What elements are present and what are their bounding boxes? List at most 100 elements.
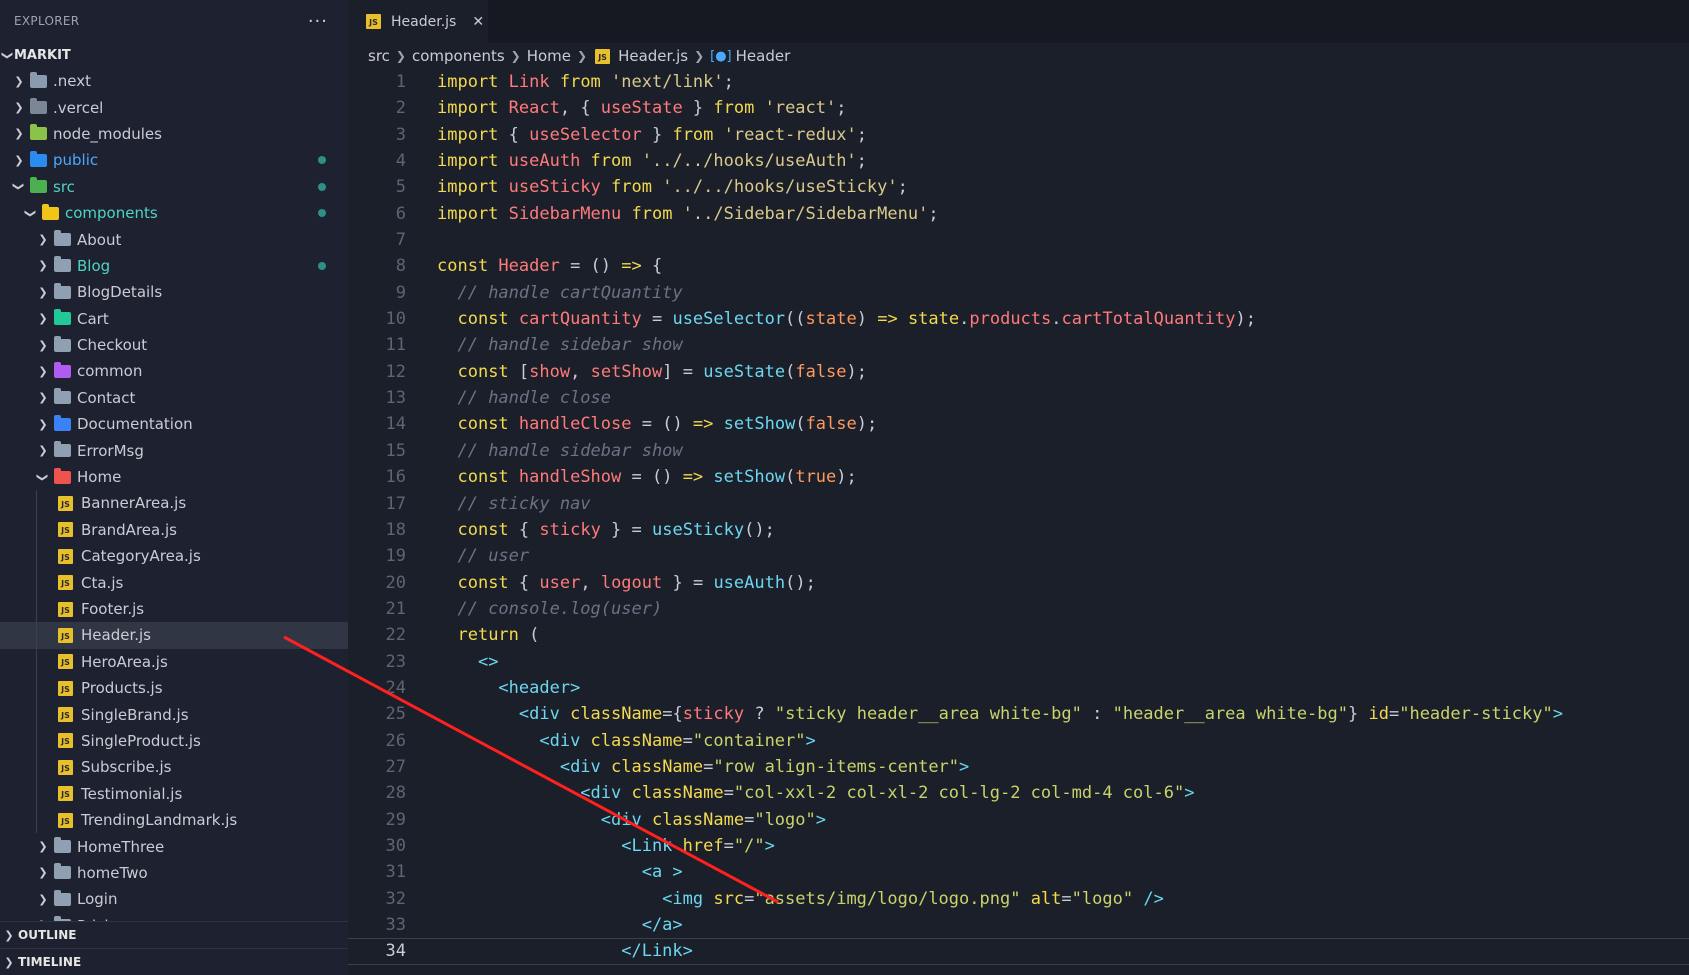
tree-item-file-subscribe[interactable]: JS Subscribe.js <box>0 754 348 781</box>
code-line[interactable]: 14 const handleClose = () => setShow(fal… <box>348 411 1689 437</box>
tree-item-dir-blog[interactable]: Blog <box>0 253 348 279</box>
code-text: const { sticky } = useSticky(); <box>437 517 775 543</box>
code-text: return ( <box>437 622 539 648</box>
tree-item-dir-home[interactable]: Home <box>0 464 348 490</box>
folder-icon <box>54 441 71 458</box>
tree-item-file-products[interactable]: JS Products.js <box>0 674 348 702</box>
tree-item-root-src[interactable]: src <box>0 174 348 200</box>
code-line[interactable]: 27 <div className="row align-items-cente… <box>348 754 1689 780</box>
code-line[interactable]: 25 <div className={sticky ? "sticky head… <box>348 701 1689 727</box>
code-line[interactable]: 22 return ( <box>348 622 1689 648</box>
tree-item-dir-about[interactable]: About <box>0 226 348 252</box>
code-token: ] = <box>662 361 704 382</box>
breadcrumb-components[interactable]: components <box>412 47 505 65</box>
code-token: import <box>437 151 509 172</box>
tree-item-file-singleproduct[interactable]: JS SingleProduct.js <box>0 727 348 755</box>
code-token: <div <box>580 783 632 804</box>
code-line[interactable]: 15 // handle sidebar show <box>348 438 1689 464</box>
code-line[interactable]: 9 // handle cartQuantity <box>348 280 1689 306</box>
tab-header-js[interactable]: JS Header.js ✕ <box>348 0 488 43</box>
outline-panel-header[interactable]: OUTLINE <box>0 921 348 948</box>
code-token: = () <box>631 414 693 435</box>
code-line[interactable]: 24 <header> <box>348 675 1689 701</box>
tree-item-dir-common[interactable]: common <box>0 358 348 384</box>
line-number: 13 <box>385 388 406 409</box>
tree-item-file-brandarea[interactable]: JS BrandArea.js <box>0 516 348 544</box>
code-line[interactable]: 23 <> <box>348 649 1689 675</box>
code-line[interactable]: 11 // handle sidebar show <box>348 332 1689 358</box>
breadcrumb-file[interactable]: Header.js <box>618 47 688 65</box>
code-line[interactable]: 4 import useAuth from '../../hooks/useAut… <box>348 148 1689 174</box>
tree-item-file-header[interactable]: JS Header.js <box>0 622 348 649</box>
tree-item-dir-cart[interactable]: Cart <box>0 306 348 332</box>
tree-item-dir-documentation[interactable]: Documentation <box>0 411 348 437</box>
tree-item-file-testimonial[interactable]: JS Testimonial.js <box>0 780 348 807</box>
tree-item-root-public[interactable]: public <box>0 147 348 173</box>
code-line[interactable]: 30 <Link href="/"> <box>348 833 1689 859</box>
code-line[interactable]: 32 <img src="assets/img/logo/logo.png" a… <box>348 886 1689 912</box>
code-line[interactable]: 34 </Link> <box>348 938 1689 964</box>
code-line[interactable]: 8 const Header = () => { <box>348 253 1689 279</box>
code-line[interactable]: 31 <a > <box>348 859 1689 885</box>
code-line[interactable]: 33 </a> <box>348 912 1689 938</box>
close-icon[interactable]: ✕ <box>472 14 484 30</box>
tree-item-file-singlebrand[interactable]: JS SingleBrand.js <box>0 701 348 728</box>
code-token: = () <box>559 256 622 277</box>
code-line[interactable]: 7 <box>348 227 1689 253</box>
tree-item-file-heroarea[interactable]: JS HeroArea.js <box>0 648 348 675</box>
code-text: const [show, setShow] = useState(false); <box>437 359 867 385</box>
code-line[interactable]: 13 // handle close <box>348 385 1689 411</box>
tree-item-file-footer[interactable]: JS Footer.js <box>0 595 348 623</box>
line-number: 6 <box>395 203 406 224</box>
tree-item-dir-checkout[interactable]: Checkout <box>0 332 348 358</box>
tree-item-root-node-modules[interactable]: node_modules <box>0 121 348 147</box>
code-editor[interactable]: 1 import Link from 'next/link'; 2 import Re… <box>348 69 1689 965</box>
code-token: useAuth <box>508 151 591 172</box>
code-token: "assets/img/logo/logo.png" <box>754 888 1021 909</box>
code-line[interactable]: 17 // sticky nav <box>348 491 1689 517</box>
tree-item-label: HomeThree <box>77 837 165 856</box>
timeline-panel-header[interactable]: TIMELINE <box>0 948 348 975</box>
code-line[interactable]: 5 import useSticky from '../../hooks/useS… <box>348 174 1689 200</box>
tree-item-dir-errormsg[interactable]: ErrorMsg <box>0 437 348 463</box>
tree-item-root-vercel[interactable]: .vercel <box>0 94 348 120</box>
code-line[interactable]: 21 // console.log(user) <box>348 596 1689 622</box>
code-line[interactable]: 29 <div className="logo"> <box>348 807 1689 833</box>
code-token: // user <box>457 546 530 567</box>
code-token: const <box>457 467 519 488</box>
code-line[interactable]: 26 <div className="container"> <box>348 728 1689 754</box>
tree-item-dir-contact[interactable]: Contact <box>0 385 348 411</box>
breadcrumb-symbol[interactable]: Header <box>736 47 791 65</box>
code-line[interactable]: 3 import { useSelector } from 'react-redu… <box>348 122 1689 148</box>
tree-item-dir-components[interactable]: components <box>0 200 348 226</box>
code-line[interactable]: 19 // user <box>348 543 1689 569</box>
tree-item-dir-blogdetails[interactable]: BlogDetails <box>0 279 348 305</box>
code-token: (); <box>744 519 775 540</box>
tree-item-dir-homethree[interactable]: HomeThree <box>0 833 348 859</box>
code-text: <> <box>437 649 498 675</box>
tree-item-file-cta[interactable]: JS Cta.js <box>0 569 348 596</box>
code-line[interactable]: 1 import Link from 'next/link'; <box>348 69 1689 95</box>
tree-item-dir-login[interactable]: Login <box>0 886 348 912</box>
project-root[interactable]: MARKIT <box>0 42 348 68</box>
code-line[interactable]: 16 const handleShow = () => setShow(true… <box>348 464 1689 490</box>
code-line[interactable]: 18 const { sticky } = useSticky(); <box>348 517 1689 543</box>
tree-item-dir-hometwo[interactable]: homeTwo <box>0 860 348 886</box>
tree-item-file-bannerarea[interactable]: JS BannerArea.js <box>0 490 348 517</box>
code-line[interactable]: 12 const [show, setShow] = useState(fals… <box>348 359 1689 385</box>
code-line[interactable]: 6 import SidebarMenu from '../Sidebar/Sid… <box>348 201 1689 227</box>
tree-item-file-trendinglandmark[interactable]: JS TrendingLandmark.js <box>0 806 348 834</box>
breadcrumb-home[interactable]: Home <box>527 47 571 65</box>
code-token: show <box>529 361 571 382</box>
code-line[interactable]: 20 const { user, logout } = useAuth(); <box>348 570 1689 596</box>
code-line[interactable]: 2 import React, { useState } from 'react'… <box>348 95 1689 121</box>
breadcrumb-src[interactable]: src <box>368 47 390 65</box>
more-actions-icon[interactable]: ··· <box>308 11 328 32</box>
code-line[interactable]: 28 <div className="col-xxl-2 col-xl-2 co… <box>348 780 1689 806</box>
tree-item-file-categoryarea[interactable]: JS CategoryArea.js <box>0 543 348 570</box>
chevron-right-icon <box>34 232 52 247</box>
code-line[interactable]: 10 const cartQuantity = useSelector((sta… <box>348 306 1689 332</box>
tree-item-root-next[interactable]: .next <box>0 68 348 94</box>
